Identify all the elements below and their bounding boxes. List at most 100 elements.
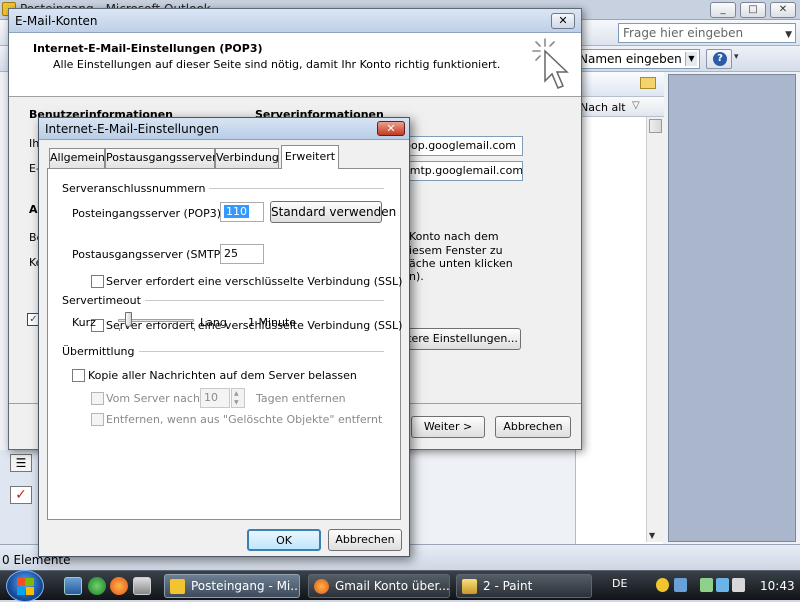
chevron-down-icon[interactable]: ▼	[685, 52, 697, 66]
taskbar-item-outlook[interactable]: Posteingang - Mi...	[164, 574, 300, 598]
contacts-icon[interactable]: ☰	[10, 454, 32, 472]
scroll-down-arrow-icon[interactable]: ▼	[649, 531, 655, 540]
browser-quicklaunch-icon[interactable]	[88, 577, 106, 595]
clock[interactable]: 10:43	[760, 579, 795, 593]
settings-close-button[interactable]: ✕	[377, 121, 405, 136]
keep-copy-checkbox[interactable]	[72, 369, 85, 382]
sort-header-label: Nach alt	[580, 101, 626, 114]
find-contact-input[interactable]: Namen eingeben ▼	[574, 49, 700, 69]
remove-after-checkbox[interactable]	[91, 392, 104, 405]
remove-deleted-label: Entfernen, wenn aus "Gelöschte Objekte" …	[106, 413, 383, 426]
advanced-tab-panel: Serveranschlussnummern Posteingangsserve…	[47, 168, 403, 520]
email-accounts-title: E-Mail-Konten	[15, 14, 98, 28]
maximize-button[interactable]: □	[740, 2, 766, 18]
sort-triangle-icon: ▽	[632, 100, 640, 111]
settings-cancel-button[interactable]: Abbrechen	[328, 529, 402, 551]
switch-windows-icon[interactable]	[133, 577, 151, 595]
pop3-port-input[interactable]: 110	[220, 202, 264, 222]
scrollbar-thumb[interactable]	[649, 119, 662, 133]
tasks-icon[interactable]: ✓	[10, 486, 32, 504]
taskbar-item-label: 2 - Paint	[483, 579, 533, 593]
cursor-sparkle-icon	[532, 38, 569, 89]
ask-question-input[interactable]: Frage hier eingeben ▼	[618, 23, 796, 43]
minimize-button[interactable]: _	[710, 2, 736, 18]
tab-verbindung[interactable]: Verbindung	[215, 148, 279, 168]
outlook-icon	[170, 579, 185, 594]
timeout-group-label: Servertimeout	[62, 294, 145, 307]
update-tray-icon[interactable]	[700, 578, 713, 592]
smtp-port-input[interactable]: 25	[220, 244, 264, 264]
wizard-cancel-button[interactable]: Abbrechen	[495, 416, 571, 438]
hint-text-line: n).	[409, 270, 424, 283]
smtp-port-label: Postausgangsserver (SMTP):	[72, 248, 229, 261]
tab-erweitert[interactable]: Erweitert	[281, 145, 339, 169]
use-default-button[interactable]: Standard verwenden	[270, 201, 396, 223]
timeout-long-label: Lang	[200, 316, 227, 329]
help-icon: ?	[713, 52, 727, 66]
taskbar-item-firefox[interactable]: Gmail Konto über...	[308, 574, 450, 598]
sort-header[interactable]: Nach alt ▽	[576, 97, 664, 117]
taskbar-item-label: Gmail Konto über...	[335, 579, 450, 593]
firefox-quicklaunch-icon[interactable]	[110, 577, 128, 595]
outgoing-server-input[interactable]: smtp.googlemail.com	[401, 161, 523, 181]
volume-icon[interactable]	[732, 578, 745, 592]
timeout-slider-thumb[interactable]	[124, 312, 132, 327]
hint-text-line: Konto nach dem	[409, 230, 499, 243]
connection-tray-icon[interactable]	[716, 578, 729, 592]
email-accounts-title-bar: E-Mail-Konten ✕	[9, 9, 581, 33]
slider-tick	[194, 328, 195, 331]
chevron-down-icon[interactable]: ▼	[785, 27, 792, 43]
taskbar-item-label: Posteingang - Mi...	[191, 579, 300, 593]
pop3-port-value: 110	[224, 205, 249, 218]
message-list-scrollbar[interactable]: ▼	[646, 117, 663, 542]
timeout-value: 1 Minute	[248, 316, 297, 329]
spinner-up-icon[interactable]: ▲	[234, 390, 239, 398]
ports-group-label: Serveranschlussnummern	[62, 182, 210, 195]
ask-question-placeholder: Frage hier eingeben	[623, 26, 744, 40]
keep-copy-label: Kopie aller Nachrichten auf dem Server b…	[88, 369, 357, 382]
wizard-heading: Internet-E-Mail-Einstellungen (POP3)	[33, 42, 263, 55]
slider-tick	[119, 328, 120, 331]
timeout-short-label: Kurz	[72, 316, 96, 329]
taskbar-item-paint[interactable]: 2 - Paint	[456, 574, 592, 598]
hint-text-line: äche unten klicken	[409, 257, 513, 270]
more-settings-button[interactable]: itere Einstellungen...	[401, 328, 521, 350]
clock-tray-icon[interactable]	[656, 578, 669, 592]
internet-email-settings-dialog: Internet-E-Mail-Einstellungen ✕ Allgemei…	[38, 117, 410, 557]
windows-logo-icon	[17, 578, 34, 595]
language-indicator[interactable]: DE	[612, 577, 627, 590]
remove-deleted-checkbox[interactable]	[91, 413, 104, 426]
pop3-port-label: Posteingangsserver (POP3):	[72, 207, 225, 220]
incoming-server-input[interactable]: pop.googlemail.com	[401, 136, 523, 156]
system-tray: DE 10:43	[608, 571, 800, 601]
message-list-header-bar	[576, 72, 664, 97]
ok-button[interactable]: OK	[247, 529, 321, 551]
envelope-icon[interactable]	[640, 77, 656, 89]
find-contact-text: Namen eingeben	[579, 52, 682, 66]
remove-after-label: Vom Server nach	[106, 392, 200, 405]
ssl-incoming-checkbox[interactable]	[91, 275, 104, 288]
help-button[interactable]: ?	[706, 49, 732, 69]
days-spinner[interactable]: ▲ ▼	[231, 388, 245, 408]
close-button[interactable]: ✕	[770, 2, 796, 18]
spinner-down-icon[interactable]: ▼	[234, 399, 239, 407]
remove-after-days-input[interactable]: 10	[200, 388, 230, 408]
network-tray-icon[interactable]	[674, 578, 687, 592]
toolbar-overflow-icon[interactable]: ▾	[734, 52, 739, 62]
tab-allgemein[interactable]: Allgemein	[49, 148, 105, 168]
show-desktop-icon[interactable]	[64, 577, 82, 595]
delivery-group-label: Übermittlung	[62, 345, 139, 358]
paint-icon	[462, 579, 477, 594]
firefox-icon	[314, 579, 329, 594]
tab-postausgangsserver[interactable]: Postausgangsserver	[105, 148, 217, 168]
reading-pane	[668, 74, 796, 542]
message-list[interactable]: Nach alt ▽ ▼	[575, 72, 664, 544]
ssl-incoming-label: Server erfordert eine verschlüsselte Ver…	[106, 275, 403, 288]
wizard-subheading: Alle Einstellungen auf dieser Seite sind…	[53, 58, 501, 71]
taskbar: Posteingang - Mi... Gmail Konto über... …	[0, 570, 800, 602]
next-button[interactable]: Weiter >	[411, 416, 485, 438]
wizard-header: Internet-E-Mail-Einstellungen (POP3) All…	[9, 33, 581, 97]
settings-title: Internet-E-Mail-Einstellungen	[45, 122, 219, 136]
start-button[interactable]	[6, 570, 44, 602]
email-accounts-close-button[interactable]: ✕	[551, 13, 575, 29]
